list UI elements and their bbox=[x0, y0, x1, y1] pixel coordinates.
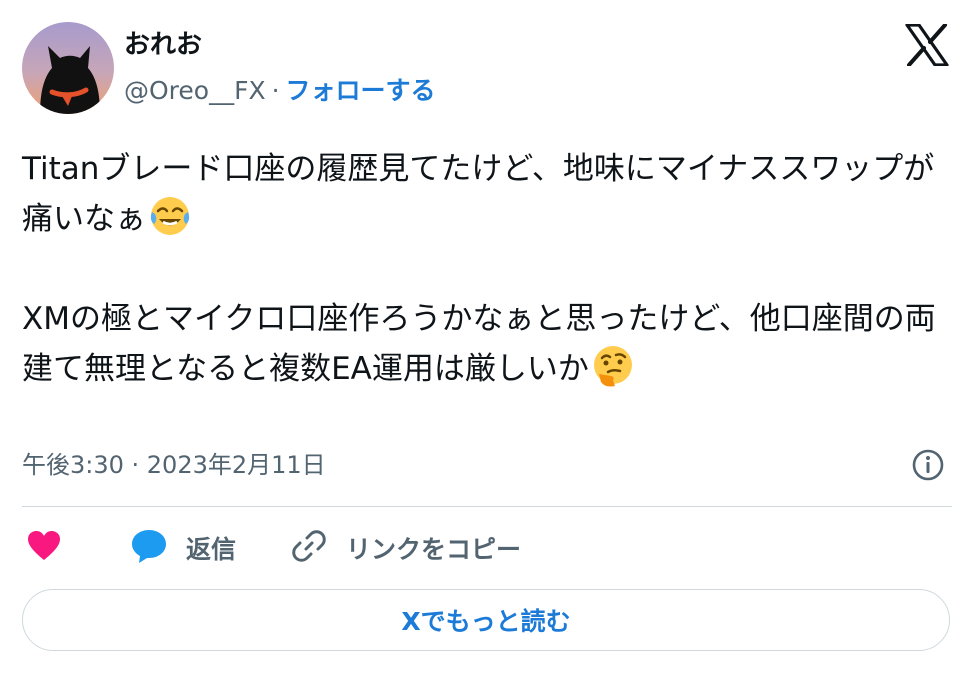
action-bar: 返信 リンクをコピー bbox=[22, 526, 952, 570]
face-with-tears-of-joy-icon bbox=[148, 194, 192, 238]
handle-row: @Oreo__FX · フォローする bbox=[124, 74, 436, 108]
copy-link-label: リンクをコピー bbox=[346, 535, 522, 564]
handle[interactable]: @Oreo__FX bbox=[124, 76, 266, 105]
like-button[interactable] bbox=[26, 526, 62, 570]
follow-button[interactable]: フォローする bbox=[286, 76, 436, 105]
heart-icon bbox=[26, 529, 62, 567]
info-icon[interactable] bbox=[911, 448, 945, 482]
avatar[interactable] bbox=[22, 22, 114, 114]
read-more-button[interactable]: Xでもっと読む bbox=[22, 589, 950, 651]
thinking-face-icon bbox=[591, 344, 635, 388]
link-icon bbox=[290, 527, 328, 569]
tweet-paragraph-2: XMの極とマイクロ口座作ろうかなぁと思ったけど、他口座間の両建て無理となると複数… bbox=[22, 294, 957, 394]
separator: · bbox=[271, 76, 280, 105]
divider bbox=[22, 506, 952, 507]
x-logo-icon[interactable] bbox=[905, 23, 949, 67]
reply-button[interactable]: 返信 bbox=[130, 526, 236, 570]
copy-link-button[interactable]: リンクをコピー bbox=[290, 526, 521, 570]
display-name[interactable]: おれお bbox=[124, 28, 202, 62]
tweet-paragraph-2-text: XMの極とマイクロ口座作ろうかなぁと思ったけど、他口座間の両建て無理となると複数… bbox=[22, 301, 936, 387]
timestamp[interactable]: 午後3:30 · 2023年2月11日 bbox=[22, 448, 326, 482]
reply-bubble-icon bbox=[130, 528, 168, 568]
tweet-paragraph-1: Titanブレード口座の履歴見てたけど、地味にマイナススワップが痛いなぁ bbox=[22, 144, 957, 244]
reply-label: 返信 bbox=[186, 535, 237, 564]
tweet-text: Titanブレード口座の履歴見てたけど、地味にマイナススワップが痛いなぁ XMの… bbox=[22, 144, 957, 394]
